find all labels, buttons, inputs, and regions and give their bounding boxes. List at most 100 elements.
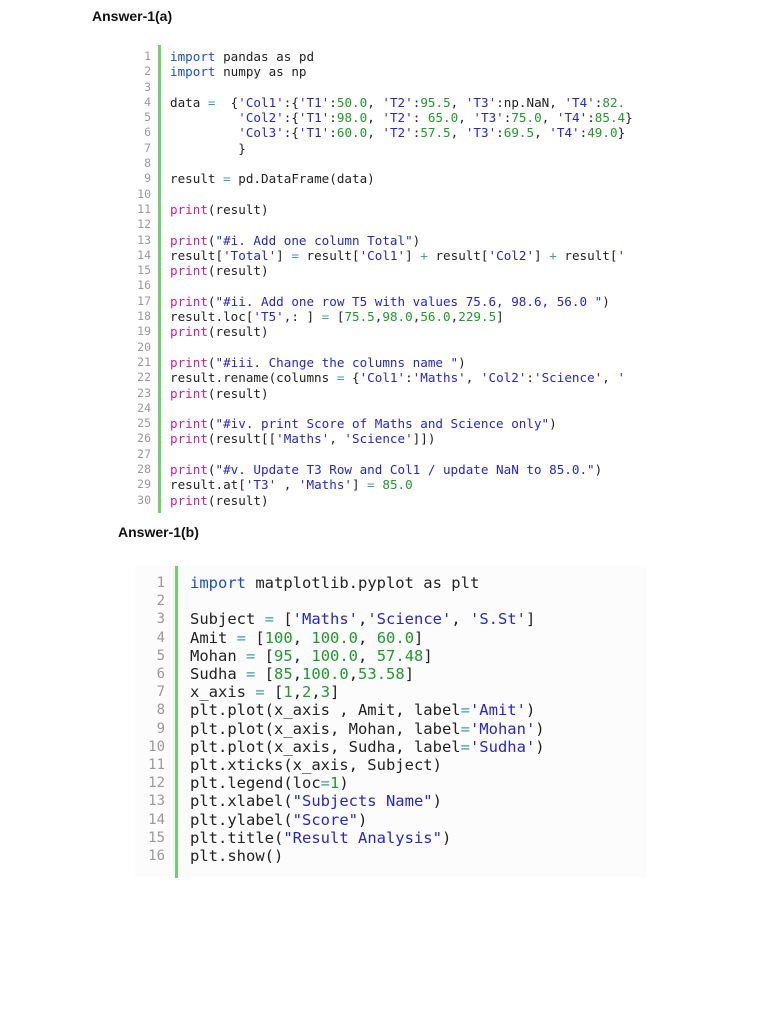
line-number: 6 xyxy=(156,666,165,683)
code-line: Amit = [100, 100.0, 60.0] xyxy=(190,629,640,647)
code-line: ​ xyxy=(170,447,645,462)
code-line: print("#i. Add one column Total") xyxy=(170,233,645,248)
code-token: = xyxy=(246,665,256,684)
code-block-answer-1b: 1 2 3 4 5 6 7 8 9 10 11 12 13 14 15 16 import matplotli… xyxy=(135,566,647,878)
line-number: 3 xyxy=(144,79,151,94)
code-token: data xyxy=(170,94,208,110)
code-token: ] xyxy=(414,628,424,647)
line-number: 7 xyxy=(156,684,165,701)
code-line: result.loc['T5',: ] = [75.5,98.0,56.0,22… xyxy=(170,309,645,324)
code-token: = xyxy=(320,774,330,793)
line-number: 17 xyxy=(137,293,151,308)
line-number: 19 xyxy=(137,324,151,339)
code-token: [ xyxy=(264,683,284,702)
code-line: ​ xyxy=(190,592,640,610)
line-number: 9 xyxy=(144,171,151,186)
line-number: 1 xyxy=(156,575,165,591)
code-token: "Result Analysis" xyxy=(283,828,442,847)
line-number: 24 xyxy=(137,400,151,415)
gutter-bar xyxy=(175,566,178,878)
code-token: ] xyxy=(405,247,421,263)
code-token: 57.5 xyxy=(420,125,451,141)
code-token: result.loc[ xyxy=(170,309,254,325)
code-token: plt.plot(x_axis, Sudha, label xyxy=(190,737,461,756)
code-token: , xyxy=(358,646,377,665)
code-token: result[ xyxy=(427,247,489,263)
code-token: , xyxy=(450,94,466,110)
code-token: result.at[ xyxy=(170,477,246,493)
code-line: } xyxy=(170,141,645,156)
code-token: 69.5 xyxy=(503,125,535,141)
code-token: 'T1' xyxy=(298,125,330,141)
code-line: Sudha = [85,100.0,53.58] xyxy=(190,665,640,683)
line-number: 2 xyxy=(156,593,165,610)
code-token: 'Maths' xyxy=(298,477,352,493)
code-token: 'Total' xyxy=(223,247,277,263)
code-line: import numpy as np xyxy=(170,64,645,79)
code-token: ) xyxy=(549,416,557,432)
code-token: (result[[ xyxy=(207,431,277,447)
code-token: plt.plot(x_axis, Mohan, label xyxy=(190,719,461,738)
code-token: , xyxy=(292,665,303,684)
line-number: 15 xyxy=(137,263,151,278)
line-number: 4 xyxy=(156,629,165,646)
code-line: plt.xlabel("Subjects Name") xyxy=(190,792,640,810)
code-token: , xyxy=(358,610,368,629)
code-token: print xyxy=(170,232,208,248)
code-token: 229.5 xyxy=(458,309,497,325)
code-token: 'Maths' xyxy=(292,610,358,629)
line-number: 28 xyxy=(137,462,151,477)
code-token: : xyxy=(329,94,337,110)
code-token: ) xyxy=(357,810,368,829)
code-token: } xyxy=(625,110,633,126)
code-line: plt.ylabel("Score") xyxy=(190,811,640,829)
code-token: , xyxy=(465,370,481,386)
line-number: 14 xyxy=(148,811,165,828)
code-token: + xyxy=(549,247,557,263)
code-lines: import pandas as pdimport numpy as np​da… xyxy=(170,49,645,508)
code-token: 'Amit' xyxy=(469,701,526,720)
code-token: ) xyxy=(525,701,536,720)
code-token: , xyxy=(367,94,383,110)
code-token: print xyxy=(170,201,208,217)
code-token: pd.DataFrame(data) xyxy=(230,171,375,187)
code-token: print xyxy=(170,263,208,279)
line-number: 20 xyxy=(137,339,151,354)
code-token: ] xyxy=(330,683,340,702)
line-number: 8 xyxy=(144,156,151,171)
code-token: import xyxy=(170,49,216,64)
code-token: ] xyxy=(404,665,415,684)
code-token: "Subjects Name" xyxy=(292,792,433,811)
code-token: :{ xyxy=(283,125,299,141)
code-token: , xyxy=(292,683,303,702)
code-token: print xyxy=(170,431,208,447)
code-token: 'T2' xyxy=(382,125,413,141)
code-line: print(result) xyxy=(170,493,645,508)
line-number: 9 xyxy=(156,720,165,737)
code-token: plt.ylabel( xyxy=(190,810,293,829)
code-token: 95 xyxy=(274,646,293,665)
code-token: 'Col2' xyxy=(480,370,527,386)
code-token: ) xyxy=(441,828,452,847)
code-line: print("#ii. Add one row T5 with values 7… xyxy=(170,294,645,309)
code-token: :np.NaN, xyxy=(496,94,565,110)
code-token: 'Col2' xyxy=(238,110,284,126)
code-token: 50.0 xyxy=(336,94,368,110)
code-token: , xyxy=(534,125,550,141)
code-lines: import matplotlib.pyplot as plt​Subject … xyxy=(190,574,640,865)
code-token: (result) xyxy=(207,324,269,340)
code-token: , xyxy=(450,125,466,141)
code-token: result xyxy=(170,171,224,187)
gutter-bar xyxy=(158,45,161,513)
code-token: result[ xyxy=(556,247,618,263)
code-token: 'T4' xyxy=(556,110,588,126)
code-token: 85.4 xyxy=(594,110,626,126)
code-token: 'T3' xyxy=(473,110,504,126)
code-token: [ xyxy=(274,610,293,629)
code-token: , xyxy=(458,110,474,126)
code-token: ) xyxy=(458,354,466,370)
line-number: 18 xyxy=(137,309,151,324)
line-number: 10 xyxy=(137,186,151,201)
code-line: ​ xyxy=(170,217,645,232)
